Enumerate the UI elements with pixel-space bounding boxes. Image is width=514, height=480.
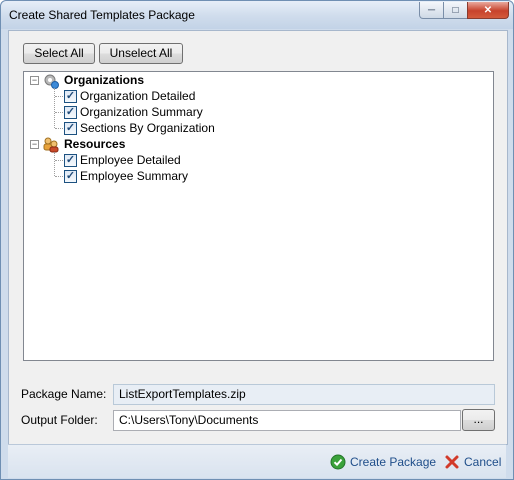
close-icon: ✕ [483, 4, 493, 16]
collapse-organizations-toggle[interactable]: − [30, 76, 39, 85]
minimize-icon: ─ [427, 4, 436, 16]
checkbox-organization-detailed[interactable]: ✓ [64, 90, 77, 103]
dialog-client-area: Select All Unselect All − Organizations … [8, 30, 508, 445]
dialog-window: Create Shared Templates Package ─ □ ✕ Se… [0, 0, 514, 480]
people-icon [43, 137, 59, 153]
output-folder-label: Output Folder: [21, 413, 98, 427]
tree-item-employee-summary[interactable]: Employee Summary [80, 168, 188, 184]
output-folder-field[interactable]: C:\Users\Tony\Documents [113, 410, 461, 431]
create-package-label: Create Package [350, 455, 437, 469]
cancel-label: Cancel [464, 455, 502, 469]
select-all-button[interactable]: Select All [23, 43, 95, 64]
package-name-field[interactable]: ListExportTemplates.zip [113, 384, 495, 405]
minimize-button[interactable]: ─ [419, 2, 444, 19]
window-title: Create Shared Templates Package [9, 8, 195, 22]
tree-item-sections-by-organization[interactable]: Sections By Organization [80, 120, 215, 136]
cancel-button[interactable]: Cancel [444, 453, 501, 471]
tree-item-employee-detailed[interactable]: Employee Detailed [80, 152, 181, 168]
maximize-icon: □ [452, 4, 459, 16]
unselect-all-button[interactable]: Unselect All [99, 43, 183, 64]
checkbox-employee-detailed[interactable]: ✓ [64, 154, 77, 167]
checkbox-organization-summary[interactable]: ✓ [64, 106, 77, 119]
tree-item-organization-detailed[interactable]: Organization Detailed [80, 88, 195, 104]
gear-globe-icon [44, 74, 59, 89]
tree-item-organization-summary[interactable]: Organization Summary [80, 104, 203, 120]
close-button[interactable]: ✕ [467, 2, 509, 19]
check-circle-icon [330, 454, 346, 470]
maximize-button[interactable]: □ [443, 2, 468, 19]
create-package-button[interactable]: Create Package [330, 453, 436, 471]
red-x-icon [445, 455, 459, 469]
title-bar[interactable]: Create Shared Templates Package ─ □ ✕ [1, 1, 513, 29]
tree-group-organizations[interactable]: Organizations [64, 72, 144, 88]
collapse-resources-toggle[interactable]: − [30, 140, 39, 149]
browse-folder-button[interactable]: ... [462, 409, 495, 431]
checkbox-sections-by-organization[interactable]: ✓ [64, 122, 77, 135]
package-name-label: Package Name: [21, 387, 107, 401]
checkbox-employee-summary[interactable]: ✓ [64, 170, 77, 183]
template-tree[interactable]: − Organizations ✓ Organization Detailed … [23, 71, 494, 361]
dialog-footer: Create Package Cancel [8, 444, 506, 478]
tree-group-resources[interactable]: Resources [64, 136, 125, 152]
